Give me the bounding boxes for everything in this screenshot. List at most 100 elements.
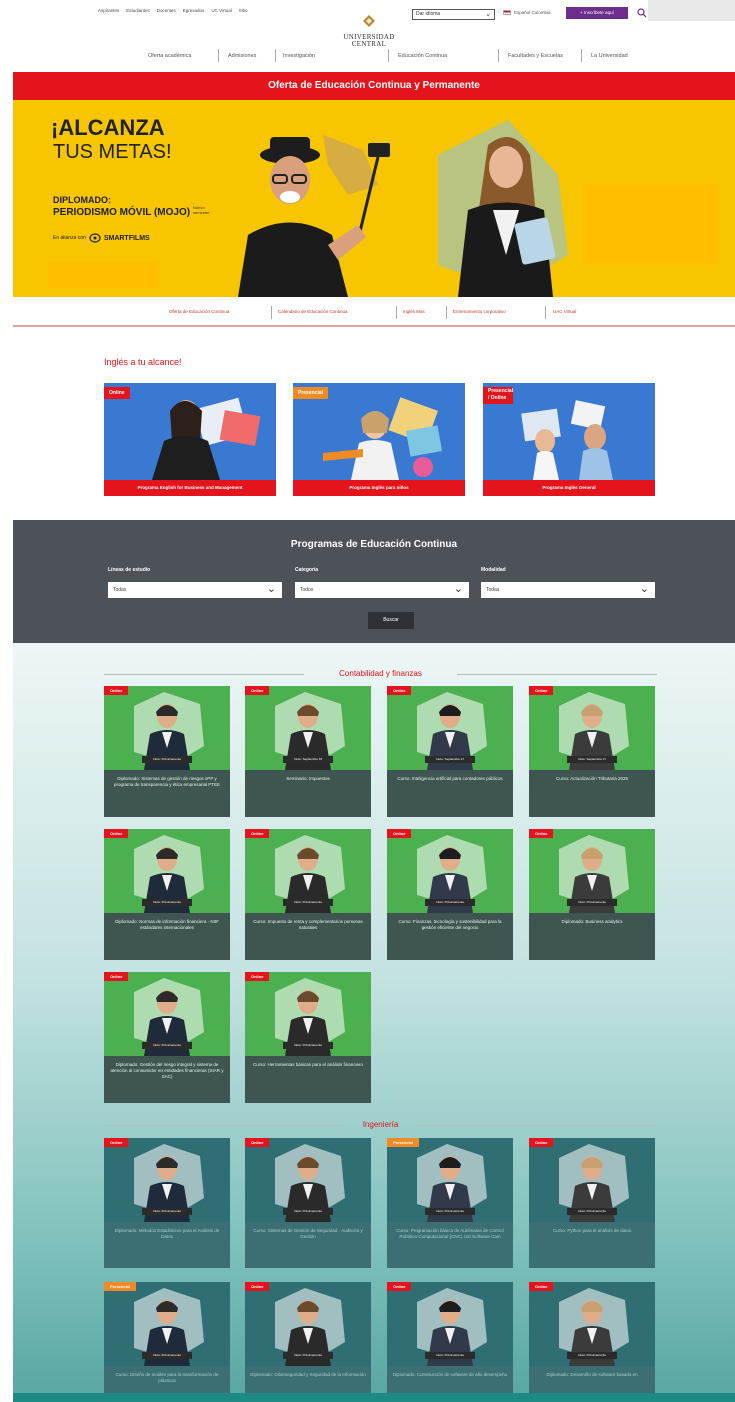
course-title: Diplomado: Construcción de software de a… <box>392 1372 508 1377</box>
top-links: Aspirantes Estudiantes Docentes Egresado… <box>98 8 248 13</box>
top-link-docentes[interactable]: Docentes <box>157 8 176 13</box>
course-title: Diplomado: Gestión del riesgo integral y… <box>110 1062 224 1079</box>
course-card[interactable]: Online Inicio: Septiembre 17 Curso: Actual… <box>529 686 655 817</box>
modality-badge: Online <box>104 972 129 981</box>
modality-badge: Online <box>529 829 554 838</box>
nav-admisiones[interactable]: Admisiones <box>228 53 256 59</box>
course-card[interactable]: Online Inicio: Septiembre 16 Seminario: Im… <box>245 686 371 817</box>
course-card[interactable]: Online Inicio: Próximamente Curso: Finanza… <box>387 829 513 960</box>
course-card[interactable]: Online Inicio: Próximamente Curso: Herrami… <box>245 972 371 1103</box>
left-margin <box>0 0 13 1402</box>
heading-rule <box>417 1125 657 1126</box>
modality-badge: Online <box>387 1282 412 1291</box>
course-card[interactable]: Online Inicio: Próximamente Diplomado: Con… <box>387 1282 513 1402</box>
course-title: Diplomado: Normas de información financi… <box>115 919 219 930</box>
top-link-estudiantes[interactable]: Estudiantes <box>126 8 150 13</box>
top-link-egresados[interactable]: Egresados <box>183 8 205 13</box>
top-link-sitio[interactable]: Sitio <box>239 8 248 13</box>
modality-badge: Online <box>387 686 412 695</box>
course-card[interactable]: Online Inicio: Próximamente Diplomado: Ges… <box>104 972 230 1103</box>
modality-value: Todas <box>486 587 500 593</box>
language-select[interactable]: Dar idioma ⌄ <box>412 9 495 20</box>
modality-badge: Online <box>104 1138 129 1147</box>
course-card[interactable]: Online Inicio: Próximamente Curso: Sistema… <box>245 1138 371 1268</box>
subnav-calendario[interactable]: Calendario de Educación Continua <box>278 309 348 314</box>
main-navigation: Oferta académica Admisiones Investigació… <box>13 49 735 65</box>
hero-title: ¡ALCANZA <box>51 115 165 140</box>
country-label: Español Colombia <box>514 10 551 15</box>
secondary-navigation: Oferta de Educación Continua Calendario … <box>13 299 735 327</box>
country-link[interactable]: Español Colombia <box>503 10 551 15</box>
filter-title: Programas de Educación Continua <box>290 539 458 550</box>
modality-badge: Online <box>245 1282 270 1291</box>
chevron-down-icon: ⌄ <box>485 11 491 18</box>
course-title: Curso: Diseño de moldes para la transfor… <box>115 1372 219 1383</box>
course-card[interactable]: Online Inicio: Próximamente Diplomado: Bus… <box>529 829 655 960</box>
section-heading: Contabilidad y finanzas <box>104 669 657 679</box>
english-card-general[interactable]: Presencial / Online Programa Inglés Gene… <box>483 383 655 496</box>
flag-icon <box>503 10 511 15</box>
course-title: Diplomado: Sistemas de gestión de riesgo… <box>113 776 221 787</box>
hero-decor-block <box>48 262 158 288</box>
program-filter: Programas de Educación Continua Líneas d… <box>13 520 735 643</box>
start-date-badge: Inicio: Próximamente <box>425 899 475 906</box>
nav-investigacion[interactable]: Investigación <box>283 53 315 59</box>
hero-banner[interactable]: ¡ALCANZA TUS METAS! DIPLOMADO: PERIODISM… <box>13 100 735 297</box>
hero-decor-block-right <box>583 184 718 264</box>
english-card-kids[interactable]: Presencial Programa Inglés para niños <box>293 383 465 496</box>
course-card[interactable]: Online Inicio: Septiembre 17 Curso: Inteli… <box>387 686 513 817</box>
course-card[interactable]: Online Inicio: Próximamente Diplomado: Nor… <box>104 829 230 960</box>
course-card[interactable]: Presencial Inicio: Próximamente Curso: Pro… <box>387 1138 513 1268</box>
hero-alliance: En alianza con SMARTFILMS <box>53 233 150 243</box>
modality-badge: Online <box>245 686 270 695</box>
hero-woman-photo <box>438 120 568 297</box>
course-title: Curso: Herramientas básicas para el anál… <box>252 1062 364 1067</box>
nav-divider <box>218 49 219 62</box>
nav-facultades[interactable]: Facultades y Escuelas <box>508 53 563 59</box>
modality-badge: Online <box>104 829 129 838</box>
search-button[interactable]: Buscar <box>368 612 414 629</box>
nav-educacion-continua[interactable]: Educación Continua <box>398 53 447 59</box>
start-date-badge: Inicio: Próximamente <box>142 1208 192 1215</box>
course-card[interactable]: Online Inicio: Próximamente Curso: Python … <box>529 1138 655 1268</box>
logo-line2: CENTRAL <box>351 40 387 48</box>
nav-la-universidad[interactable]: La Universidad <box>591 53 628 59</box>
subnav-oferta[interactable]: Oferta de Educación Continua <box>169 309 229 314</box>
nav-oferta-academica[interactable]: Oferta académica <box>148 53 191 59</box>
hero-man-photo <box>238 135 390 297</box>
course-card[interactable]: Presencial Inicio: Próximamente Curso: Dis… <box>104 1282 230 1402</box>
english-card-business[interactable]: Online Programa English for Business and… <box>104 383 276 496</box>
subnav-ingles[interactable]: Inglés Mas <box>403 309 425 314</box>
start-date-badge: Inicio: Próximamente <box>567 1208 617 1215</box>
subnav-entrenamiento[interactable]: Entrenamiento corporativo <box>453 309 506 314</box>
study-line-select[interactable]: Todas ⌄ <box>108 582 282 598</box>
course-card[interactable]: Online Inicio: Próximamente Diplomado: Sis… <box>104 686 230 817</box>
top-link-uc-virtual[interactable]: UC Virtual <box>211 8 231 13</box>
heading-rule <box>457 674 657 675</box>
start-date-badge: Inicio: Septiembre 17 <box>425 756 475 763</box>
course-card[interactable]: Online Inicio: Próximamente Diplomado: Cib… <box>245 1282 371 1402</box>
start-date-badge: Inicio: Septiembre 16 <box>283 756 333 763</box>
course-card[interactable]: Online Inicio: Próximamente Diplomado: Des… <box>529 1282 655 1402</box>
modality-badge: Presencial <box>104 1282 137 1291</box>
alliance-brand: SMARTFILMS <box>103 234 150 242</box>
category-select[interactable]: Todos ⌄ <box>295 582 469 598</box>
university-logo[interactable]: UNIVERSIDAD CENTRAL <box>333 14 405 54</box>
search-icon[interactable] <box>637 8 647 18</box>
start-date-badge: Inicio: Próximamente <box>142 899 192 906</box>
subnav-divider <box>271 306 272 319</box>
modality-badge: Presencial / Online <box>483 387 513 404</box>
course-title: Diplomado: Ciberseguridad y Seguridad de… <box>250 1372 366 1377</box>
hero-program-name: PERIODISMO MÓVIL (MOJO) <box>53 207 191 218</box>
course-card[interactable]: Online Inicio: Próximamente Curso: Impuest… <box>245 829 371 960</box>
modality-badge: Online <box>245 972 270 981</box>
course-title: Curso: Actualización Tributaria 2025 <box>555 776 629 781</box>
chevron-down-icon: ⌄ <box>639 583 649 595</box>
course-card[interactable]: Online Inicio: Próximamente Diplomado: Mét… <box>104 1138 230 1268</box>
apply-button[interactable]: + Inscríbete aquí <box>566 7 628 19</box>
top-link-aspirantes[interactable]: Aspirantes <box>98 8 119 13</box>
start-date-badge: Inicio: Septiembre 17 <box>567 756 617 763</box>
subnav-uac-virtual[interactable]: UAC Virtual <box>553 309 576 314</box>
modality-select[interactable]: Todas ⌄ <box>481 582 655 598</box>
bottom-accent-bar <box>13 1393 735 1402</box>
